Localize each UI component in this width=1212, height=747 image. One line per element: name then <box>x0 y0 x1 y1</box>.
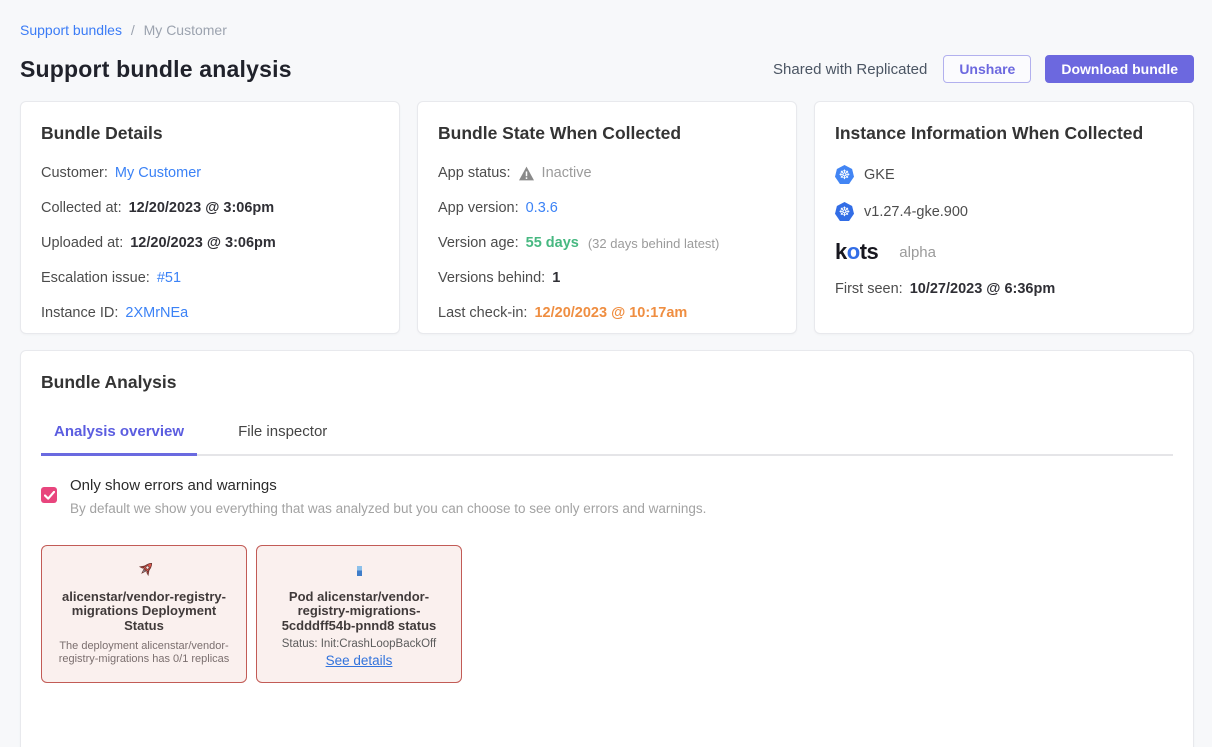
error-card-status: Status: Init:CrashLoopBackOff <box>267 638 451 650</box>
breadcrumb-current: My Customer <box>144 22 227 38</box>
download-bundle-button[interactable]: Download bundle <box>1045 55 1194 83</box>
header-actions: Shared with Replicated Unshare Download … <box>773 55 1194 83</box>
instance-info-card: Instance Information When Collected ☸ GK… <box>814 101 1194 334</box>
support-bundle-analysis-page: Support bundles / My Customer Support bu… <box>0 0 1212 747</box>
first-seen-row: First seen: 10/27/2023 @ 6:36pm <box>835 281 1173 297</box>
instance-id-link[interactable]: 2XMrNEa <box>125 305 188 321</box>
breadcrumb: Support bundles / My Customer <box>20 22 1194 38</box>
shared-status-text: Shared with Replicated <box>773 61 927 78</box>
version-age-row: Version age: 55 days (32 days behind lat… <box>438 235 776 251</box>
app-version-row: App version: 0.3.6 <box>438 200 776 216</box>
k8s-version-value: v1.27.4-gke.900 <box>864 204 968 220</box>
see-details-link[interactable]: See details <box>326 653 393 668</box>
analysis-results-row: alicenstar/vendor-registry-migrations De… <box>41 545 1173 683</box>
filter-text-block: Only show errors and warnings By default… <box>70 477 706 516</box>
bundle-state-card: Bundle State When Collected App status: … <box>417 101 797 334</box>
bundle-analysis-title: Bundle Analysis <box>41 372 1173 393</box>
version-age-value: 55 days <box>526 235 579 251</box>
escalation-issue-link[interactable]: #51 <box>157 270 181 286</box>
bundle-state-title: Bundle State When Collected <box>438 123 776 144</box>
first-seen-label: First seen: <box>835 281 903 297</box>
uploaded-at-row: Uploaded at: 12/20/2023 @ 3:06pm <box>41 235 379 251</box>
errors-warnings-checkbox[interactable] <box>41 487 57 503</box>
rocket-icon <box>52 557 236 584</box>
collected-at-row: Collected at: 12/20/2023 @ 3:06pm <box>41 200 379 216</box>
collected-at-label: Collected at: <box>41 200 122 216</box>
warning-triangle-icon <box>518 166 535 181</box>
bundle-details-title: Bundle Details <box>41 123 379 144</box>
filter-description: By default we show you everything that w… <box>70 501 706 516</box>
versions-behind-row: Versions behind: 1 <box>438 270 776 286</box>
bundle-details-card: Bundle Details Customer: My Customer Col… <box>20 101 400 334</box>
uploaded-at-label: Uploaded at: <box>41 235 123 251</box>
kots-logo-k: k <box>835 239 847 265</box>
escalation-issue-label: Escalation issue: <box>41 270 150 286</box>
filter-label: Only show errors and warnings <box>70 477 706 494</box>
escalation-issue-row: Escalation issue: #51 <box>41 270 379 286</box>
kots-row: kots alpha <box>835 239 1173 265</box>
instance-id-label: Instance ID: <box>41 305 118 321</box>
first-seen-value: 10/27/2023 @ 6:36pm <box>910 281 1056 297</box>
customer-row: Customer: My Customer <box>41 165 379 181</box>
versions-behind-label: Versions behind: <box>438 270 545 286</box>
tab-file-inspector[interactable]: File inspector <box>225 423 340 454</box>
tab-analysis-overview[interactable]: Analysis overview <box>41 423 197 456</box>
breadcrumb-separator: / <box>131 22 135 38</box>
pod-status-error-card[interactable]: Pod alicenstar/vendor-registry-migration… <box>256 545 462 683</box>
app-status-value: Inactive <box>542 165 592 181</box>
last-checkin-row: Last check-in: 12/20/2023 @ 10:17am <box>438 305 776 321</box>
instance-id-row: Instance ID: 2XMrNEa <box>41 305 379 321</box>
error-card-title: alicenstar/vendor-registry-migrations De… <box>52 590 236 633</box>
page-title: Support bundle analysis <box>20 56 292 83</box>
customer-label: Customer: <box>41 165 108 181</box>
gke-kubernetes-icon: ☸ <box>835 165 854 184</box>
unshare-button[interactable]: Unshare <box>943 55 1031 83</box>
app-status-label: App status: <box>438 165 511 181</box>
app-status-row: App status: Inactive <box>438 165 776 181</box>
deployment-status-error-card[interactable]: alicenstar/vendor-registry-migrations De… <box>41 545 247 683</box>
app-version-label: App version: <box>438 200 519 216</box>
kots-logo: kots <box>835 239 878 265</box>
distribution-row: ☸ GKE <box>835 165 1173 184</box>
kubernetes-icon: ☸ <box>835 202 854 221</box>
errors-warnings-filter: Only show errors and warnings By default… <box>41 477 1173 516</box>
customer-link[interactable]: My Customer <box>115 165 201 181</box>
last-checkin-label: Last check-in: <box>438 305 527 321</box>
app-version-link[interactable]: 0.3.6 <box>526 200 558 216</box>
k8s-version-row: ☸ v1.27.4-gke.900 <box>835 202 1173 221</box>
error-card-title: Pod alicenstar/vendor-registry-migration… <box>267 590 451 633</box>
last-checkin-value: 12/20/2023 @ 10:17am <box>534 305 687 321</box>
summary-cards-row: Bundle Details Customer: My Customer Col… <box>20 101 1194 334</box>
kots-logo-o: o <box>847 239 860 265</box>
error-card-body: The deployment alicenstar/vendor-registr… <box>52 640 236 665</box>
versions-behind-value: 1 <box>552 270 560 286</box>
uploaded-at-value: 12/20/2023 @ 3:06pm <box>130 235 276 251</box>
breadcrumb-link-support-bundles[interactable]: Support bundles <box>20 22 122 38</box>
analysis-tabs: Analysis overview File inspector <box>41 423 1173 456</box>
version-age-note: (32 days behind latest) <box>588 236 720 251</box>
pod-icon <box>267 557 451 584</box>
distribution-value: GKE <box>864 167 895 183</box>
collected-at-value: 12/20/2023 @ 3:06pm <box>129 200 275 216</box>
version-age-label: Version age: <box>438 235 519 251</box>
instance-info-title: Instance Information When Collected <box>835 123 1173 144</box>
page-header: Support bundle analysis Shared with Repl… <box>20 55 1194 83</box>
kots-version-tag: alpha <box>899 244 936 261</box>
bundle-analysis-card: Bundle Analysis Analysis overview File i… <box>20 350 1194 747</box>
kots-logo-ts: ts <box>860 239 879 265</box>
